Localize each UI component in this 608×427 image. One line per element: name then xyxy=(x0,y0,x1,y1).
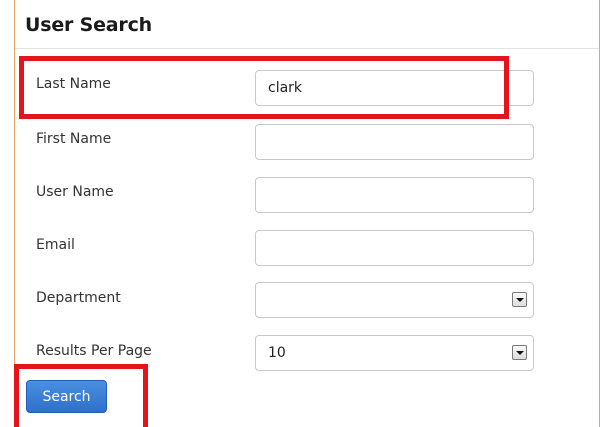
user-search-panel: User Search Last Name First Name User Na… xyxy=(14,0,600,427)
panel-header: User Search xyxy=(15,0,599,49)
results-per-page-select[interactable]: 10 xyxy=(255,335,534,371)
results-per-page-label: Results Per Page xyxy=(36,343,152,359)
chevron-down-icon xyxy=(516,298,524,302)
user-name-label: User Name xyxy=(36,184,114,200)
results-per-page-selected-value: 10 xyxy=(268,345,286,361)
last-name-label: Last Name xyxy=(36,76,111,92)
first-name-input[interactable] xyxy=(255,124,534,160)
results-per-page-dropdown-button[interactable] xyxy=(512,345,527,360)
department-select[interactable] xyxy=(255,282,534,318)
first-name-label: First Name xyxy=(36,131,112,147)
search-button[interactable]: Search xyxy=(26,380,107,413)
last-name-input[interactable] xyxy=(255,70,534,106)
chevron-down-icon xyxy=(516,351,524,355)
page-title: User Search xyxy=(25,14,152,36)
email-input[interactable] xyxy=(255,230,534,266)
email-label: Email xyxy=(36,237,75,253)
user-name-input[interactable] xyxy=(255,177,534,213)
department-label: Department xyxy=(36,290,121,306)
department-dropdown-button[interactable] xyxy=(512,292,527,307)
